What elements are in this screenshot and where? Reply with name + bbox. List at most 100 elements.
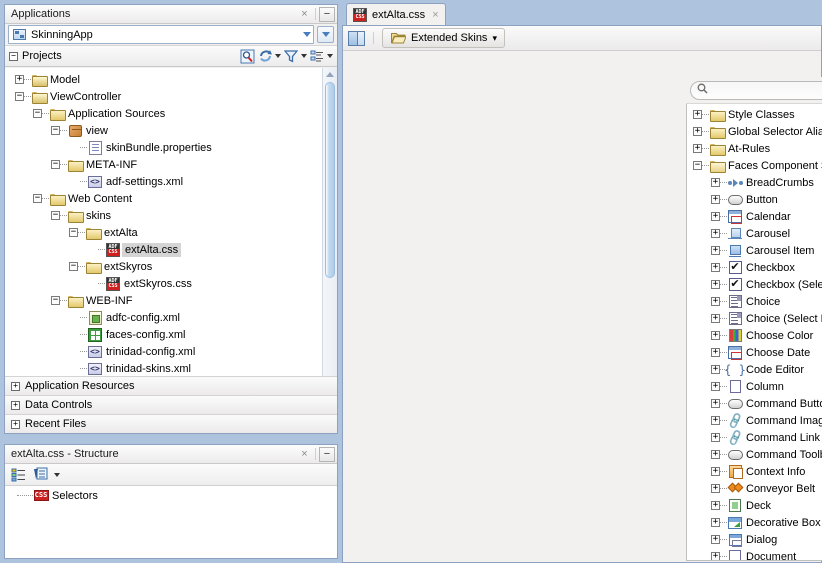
tree-item[interactable]: − ViewController bbox=[5, 88, 337, 105]
structure-item-selectors[interactable]: CSS Selectors bbox=[5, 486, 337, 503]
expand-icon[interactable]: + bbox=[711, 331, 720, 340]
expand-icon[interactable]: + bbox=[711, 382, 720, 391]
sort-icon[interactable] bbox=[32, 467, 48, 483]
collapse-icon[interactable]: − bbox=[51, 160, 60, 169]
tree-item[interactable]: + { } Code Editor bbox=[687, 361, 822, 378]
extended-skins-button[interactable]: Extended Skins ▾ bbox=[382, 28, 505, 48]
expand-icon[interactable]: + bbox=[711, 518, 720, 527]
tree-item[interactable]: − Web Content bbox=[5, 190, 337, 207]
tree-item[interactable]: − Faces Component Selectors bbox=[687, 157, 822, 174]
projects-tree[interactable]: + Model − ViewController − Application Source… bbox=[5, 68, 337, 385]
structure-tree[interactable]: CSS Selectors bbox=[5, 486, 337, 558]
tree-item[interactable]: + Choice bbox=[687, 293, 822, 310]
split-view-icon[interactable] bbox=[348, 30, 365, 46]
tree-item[interactable]: − META-INF bbox=[5, 156, 337, 173]
expand-icon[interactable]: + bbox=[693, 110, 702, 119]
tree-item[interactable]: + ✔ Checkbox (Select Many) bbox=[687, 276, 822, 293]
expand-icon[interactable]: + bbox=[711, 450, 720, 459]
tree-item[interactable]: + Command Button bbox=[687, 395, 822, 412]
structure-list-icon[interactable] bbox=[10, 467, 26, 483]
scroll-up-icon[interactable] bbox=[323, 68, 337, 81]
close-icon[interactable]: × bbox=[297, 7, 312, 22]
scrollbar-thumb[interactable] bbox=[325, 82, 335, 278]
tree-item[interactable]: faces-config.xml bbox=[5, 326, 337, 343]
tree-item[interactable]: + Choice (Select Many) bbox=[687, 310, 822, 327]
close-icon[interactable]: × bbox=[432, 9, 438, 21]
minimize-icon[interactable]: − bbox=[319, 6, 335, 22]
expand-icon[interactable]: + bbox=[711, 229, 720, 238]
tree-item[interactable]: + ✔ Checkbox bbox=[687, 259, 822, 276]
tree-item[interactable]: + Deck bbox=[687, 497, 822, 514]
expand-icon[interactable]: + bbox=[693, 127, 702, 136]
collapse-icon[interactable]: − bbox=[9, 51, 18, 61]
expand-icon[interactable]: + bbox=[711, 280, 720, 289]
tree-item[interactable]: + Calendar bbox=[687, 208, 822, 225]
minimize-icon[interactable]: − bbox=[319, 446, 335, 462]
tree-item[interactable]: − skins bbox=[5, 207, 337, 224]
chevron-down-icon[interactable] bbox=[327, 54, 333, 58]
expand-icon[interactable]: + bbox=[693, 144, 702, 153]
expand-icon[interactable]: + bbox=[711, 263, 720, 272]
tree-item[interactable]: + Carousel Item bbox=[687, 242, 822, 259]
tree-item[interactable]: ADF CSS extSkyros.css bbox=[5, 275, 337, 292]
collapse-icon[interactable]: − bbox=[693, 161, 702, 170]
tree-item[interactable]: − Application Sources bbox=[5, 105, 337, 122]
collapse-icon[interactable]: − bbox=[15, 92, 24, 101]
tree-item[interactable]: − extSkyros bbox=[5, 258, 337, 275]
chevron-down-icon[interactable] bbox=[275, 54, 281, 58]
tree-item[interactable]: ADF CSS extAlta.css bbox=[5, 241, 337, 258]
expand-icon[interactable]: + bbox=[11, 381, 20, 391]
section-recent-files[interactable]: + Recent Files bbox=[5, 414, 337, 433]
search-projects-icon[interactable] bbox=[239, 48, 255, 64]
tree-item[interactable]: − extAlta bbox=[5, 224, 337, 241]
chevron-down-icon[interactable] bbox=[303, 32, 311, 37]
refresh-icon[interactable] bbox=[257, 48, 273, 64]
search-input[interactable] bbox=[712, 83, 822, 97]
tree-item[interactable]: + Global Selector Aliases bbox=[687, 123, 822, 140]
close-icon[interactable]: × bbox=[297, 447, 312, 462]
tree-item[interactable]: skinBundle.properties bbox=[5, 139, 337, 156]
filter-icon[interactable] bbox=[283, 48, 299, 64]
application-combobox[interactable]: SkinningApp bbox=[8, 25, 314, 44]
expand-icon[interactable]: + bbox=[711, 297, 720, 306]
tree-item[interactable]: − WEB-INF bbox=[5, 292, 337, 309]
tree-item[interactable]: <> adf-settings.xml bbox=[5, 173, 337, 190]
expand-icon[interactable]: + bbox=[711, 246, 720, 255]
expand-icon[interactable]: + bbox=[711, 212, 720, 221]
section-data-controls[interactable]: + Data Controls bbox=[5, 395, 337, 414]
tree-item[interactable]: <> trinidad-skins.xml bbox=[5, 360, 337, 377]
section-application-resources[interactable]: + Application Resources bbox=[5, 376, 337, 395]
collapse-icon[interactable]: − bbox=[69, 228, 78, 237]
tree-item[interactable]: + Dialog bbox=[687, 531, 822, 548]
tree-item[interactable]: + 🔗Command Image Link bbox=[687, 411, 822, 429]
chevron-down-icon[interactable]: ▾ bbox=[492, 33, 497, 44]
tree-item[interactable]: + Model bbox=[5, 71, 337, 88]
collapse-icon[interactable]: − bbox=[69, 262, 78, 271]
tree-item[interactable]: + Column bbox=[687, 378, 822, 395]
tree-item[interactable]: + 🔗 Command Link bbox=[687, 428, 822, 446]
chevron-down-icon[interactable] bbox=[54, 472, 60, 477]
tree-item[interactable]: + BreadCrumbs bbox=[687, 174, 822, 191]
expand-icon[interactable]: + bbox=[711, 501, 720, 510]
view-options-icon[interactable] bbox=[309, 48, 325, 64]
expand-icon[interactable]: + bbox=[711, 195, 720, 204]
collapse-icon[interactable]: − bbox=[51, 296, 60, 305]
expand-icon[interactable]: + bbox=[711, 314, 720, 323]
tree-item[interactable]: + Decorative Box bbox=[687, 514, 822, 531]
expand-icon[interactable]: + bbox=[711, 178, 720, 187]
tree-item[interactable]: + Choose Color bbox=[687, 327, 822, 344]
search-input-wrapper[interactable] bbox=[690, 80, 822, 100]
tree-item[interactable]: + Choose Date bbox=[687, 344, 822, 361]
expand-icon[interactable]: + bbox=[711, 416, 720, 425]
tree-item[interactable]: + Context Info bbox=[687, 463, 822, 480]
tree-item[interactable]: + Conveyor Belt bbox=[687, 480, 822, 497]
expand-icon[interactable]: + bbox=[711, 365, 720, 374]
expand-icon[interactable]: + bbox=[11, 419, 20, 429]
tree-item[interactable]: + Document bbox=[687, 548, 822, 560]
collapse-icon[interactable]: − bbox=[51, 211, 60, 220]
tree-item[interactable]: + Carousel bbox=[687, 225, 822, 242]
collapse-icon[interactable]: − bbox=[33, 109, 42, 118]
expand-icon[interactable]: + bbox=[711, 348, 720, 357]
tree-item[interactable]: − view bbox=[5, 122, 337, 139]
tree-item[interactable]: + At-Rules bbox=[687, 140, 822, 157]
